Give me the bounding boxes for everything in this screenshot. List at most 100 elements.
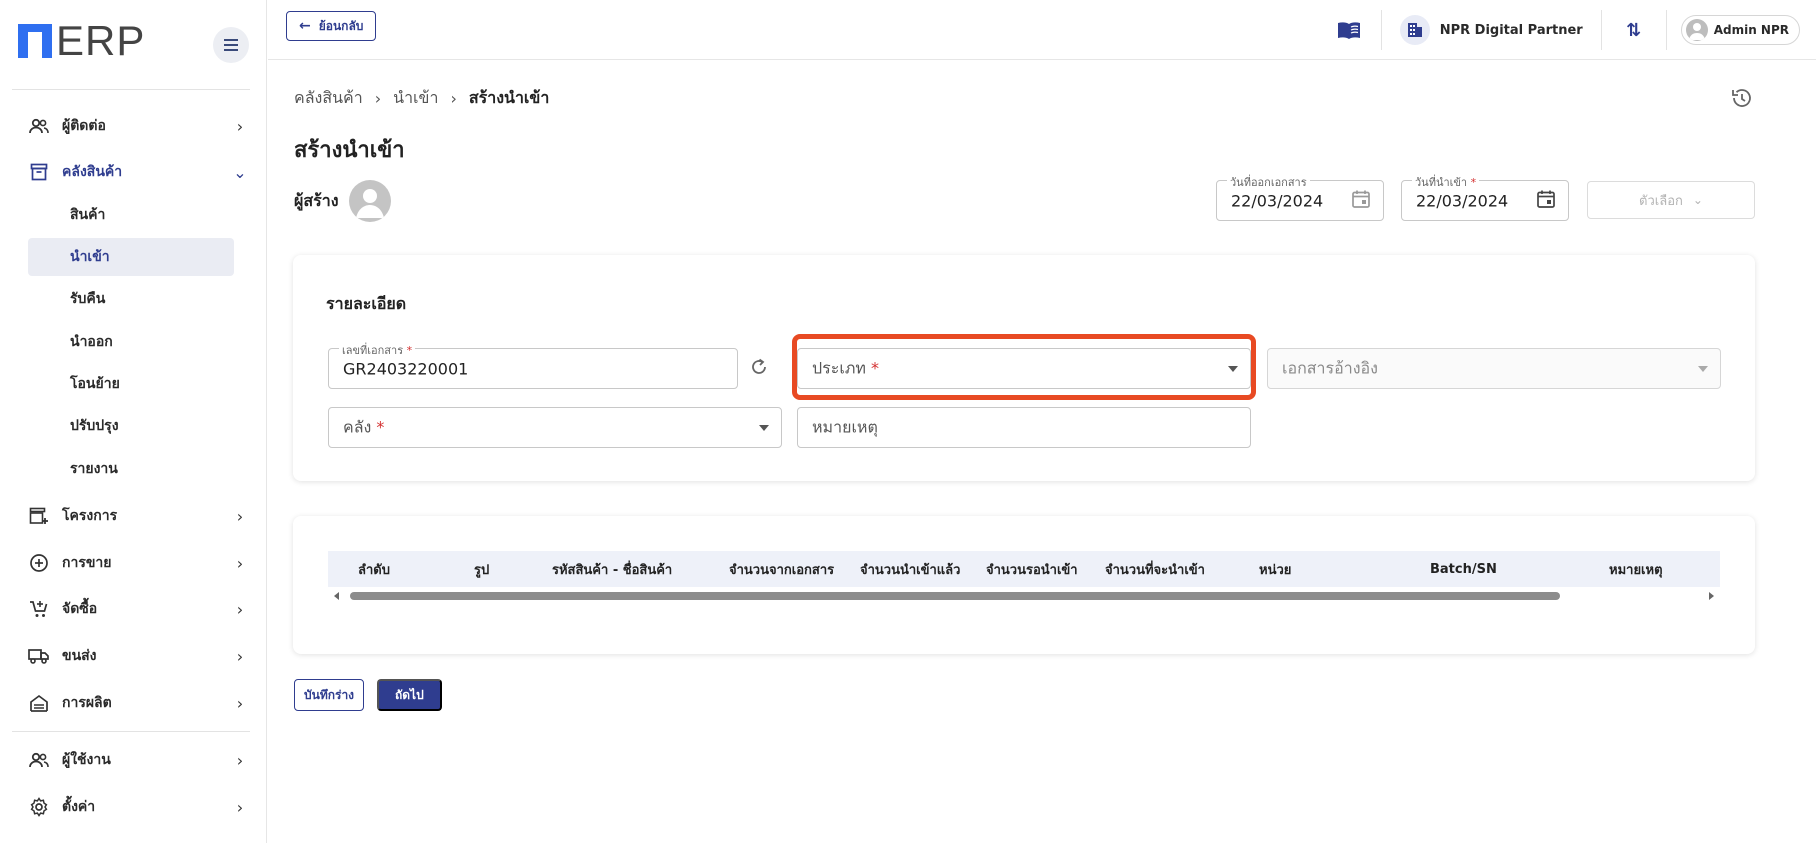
column-header-unit: หน่วย: [1259, 562, 1292, 578]
company-selector[interactable]: NPR Digital Partner: [1382, 15, 1601, 45]
import-date-field[interactable]: วันที่นำเข้า * 22/03/2024: [1401, 173, 1569, 221]
sidebar-item-production[interactable]: การผลิต ›: [28, 685, 250, 721]
sidebar-item-label: ตั้งค่า: [62, 799, 96, 815]
sidebar-subitem-transfer[interactable]: โอนย้าย: [28, 365, 234, 403]
document-number-value: GR2403220001: [343, 359, 469, 378]
breadcrumb-import[interactable]: นำเข้า: [393, 86, 438, 111]
column-header-batch-sn: Batch/SN: [1430, 561, 1497, 577]
chevron-right-icon: ›: [450, 89, 457, 108]
regenerate-number-button[interactable]: [748, 356, 770, 382]
top-bar: ← ย้อนกลับ NPR Digital Partner ⇅ Admin N…: [268, 0, 1816, 60]
sidebar-item-label: ผู้ติดต่อ: [62, 118, 106, 134]
issue-date-value: 22/03/2024: [1231, 191, 1324, 210]
scroll-left-arrow-icon[interactable]: [334, 592, 339, 600]
user-name: Admin NPR: [1713, 23, 1789, 37]
refresh-icon: [752, 358, 766, 374]
arrow-left-icon: ←: [299, 18, 311, 34]
chevron-right-icon: ›: [236, 693, 244, 713]
top-bar-separator: [1665, 10, 1667, 50]
history-icon: [1732, 89, 1751, 107]
type-select[interactable]: ประเภท *: [797, 348, 1251, 389]
issue-date-label: วันที่ออกเอกสาร: [1227, 173, 1310, 191]
sidebar-item-contacts[interactable]: ผู้ติดต่อ ›: [28, 108, 250, 144]
sidebar-subitem-import[interactable]: นำเข้า: [28, 238, 234, 276]
column-header-to-import-qty: จำนวนที่จะนำเข้า: [1105, 562, 1205, 578]
logo-mark-icon: [18, 24, 52, 58]
back-button[interactable]: ← ย้อนกลับ: [286, 11, 377, 41]
calendar-icon[interactable]: [1536, 189, 1556, 213]
reference-document-select[interactable]: เอกสารอ้างอิง: [1267, 348, 1721, 389]
factory-icon: [28, 692, 50, 714]
column-header-imported-qty: จำนวนนำเข้าแล้ว: [860, 562, 961, 578]
scroll-right-arrow-icon[interactable]: [1709, 592, 1714, 600]
remark-input[interactable]: หมายเหตุ: [797, 407, 1251, 448]
chevron-right-icon: ›: [236, 553, 244, 573]
manual-book-button[interactable]: [1317, 20, 1381, 40]
sidebar-subitem-export[interactable]: นำออก: [28, 323, 234, 361]
contacts-icon: [28, 115, 50, 137]
hamburger-menu-button[interactable]: [213, 27, 249, 63]
import-date-value: 22/03/2024: [1416, 191, 1509, 210]
chevron-right-icon: ›: [236, 797, 244, 817]
table-horizontal-scrollbar[interactable]: [328, 589, 1720, 603]
document-number-field[interactable]: เลขที่เอกสาร * GR2403220001: [328, 341, 738, 389]
issue-date-field[interactable]: วันที่ออกเอกสาร 22/03/2024: [1216, 173, 1384, 221]
breadcrumb: คลังสินค้า › นำเข้า › สร้างนำเข้า: [294, 86, 549, 111]
type-select-placeholder: ประเภท *: [812, 358, 879, 377]
next-button[interactable]: ถัดไป: [377, 679, 442, 711]
hamburger-icon: [224, 44, 238, 46]
creator-section: ผู้สร้าง: [294, 180, 391, 222]
chevron-down-icon: ⌄: [233, 162, 247, 182]
app-root: ERP ผู้ติดต่อ › คลังสินค้า ⌄ สินค้า นำเข…: [0, 0, 1816, 843]
sidebar-item-users[interactable]: ผู้ใช้งาน ›: [28, 742, 250, 778]
sidebar-subitem-returns[interactable]: รับคืน: [28, 280, 234, 318]
plus-circle-icon: [28, 552, 50, 574]
column-header-product: รหัสสินค้า - ชื่อสินค้า: [552, 562, 673, 578]
gear-icon: [28, 796, 50, 818]
open-book-icon: [1337, 22, 1360, 39]
truck-icon: [28, 645, 50, 667]
column-header-remark: หมายเหตุ: [1609, 562, 1663, 578]
switch-arrows-button[interactable]: ⇅: [1602, 20, 1666, 41]
sidebar-item-projects[interactable]: โครงการ ›: [28, 498, 250, 534]
dropdown-caret-icon: [1698, 365, 1708, 372]
breadcrumb-warehouse[interactable]: คลังสินค้า: [294, 86, 363, 111]
back-button-label: ย้อนกลับ: [318, 18, 364, 33]
sidebar-item-settings[interactable]: ตั้งค่า ›: [28, 789, 250, 825]
import-date-label: วันที่นำเข้า *: [1412, 173, 1480, 191]
user-menu-button[interactable]: Admin NPR: [1680, 15, 1800, 45]
sidebar-item-sales[interactable]: การขาย ›: [28, 545, 250, 581]
sidebar-subitem-report[interactable]: รายงาน: [28, 450, 234, 488]
user-avatar-icon: [1685, 19, 1708, 41]
sidebar-item-shipping[interactable]: ขนส่ง ›: [28, 638, 250, 674]
column-header-doc-qty: จำนวนจากเอกสาร: [729, 562, 835, 578]
warehouse-select[interactable]: คลัง *: [328, 407, 782, 448]
sidebar-item-warehouse[interactable]: คลังสินค้า ⌄: [28, 154, 250, 190]
chevron-right-icon: ›: [236, 599, 244, 619]
sidebar-subitem-adjust[interactable]: ปรับปรุง: [28, 407, 234, 445]
app-logo[interactable]: ERP: [18, 20, 145, 62]
chevron-right-icon: ›: [236, 116, 244, 136]
logo-text: ERP: [56, 17, 146, 64]
save-draft-button[interactable]: บันทึกร่าง: [294, 679, 365, 711]
column-header-image: รูป: [474, 562, 490, 578]
history-button[interactable]: [1730, 86, 1754, 114]
scrollbar-thumb[interactable]: [350, 592, 1560, 600]
options-dropdown-button[interactable]: ตัวเลือก ⌄: [1587, 181, 1755, 219]
items-table-header: ลำดับ รูป รหัสสินค้า - ชื่อสินค้า จำนวนจ…: [328, 551, 1720, 587]
creator-label: ผู้สร้าง: [294, 190, 339, 210]
chevron-right-icon: ›: [374, 89, 382, 108]
warehouse-box-icon: [28, 161, 50, 183]
breadcrumb-current: สร้างนำเข้า: [468, 88, 550, 107]
cart-add-icon: [28, 598, 50, 620]
calendar-icon[interactable]: [1351, 189, 1371, 213]
column-header-order: ลำดับ: [358, 562, 390, 578]
creator-avatar: [348, 180, 391, 222]
sidebar-item-purchase[interactable]: จัดซื้อ ›: [28, 591, 250, 627]
sidebar-divider: [12, 731, 250, 732]
sidebar-subitem-products[interactable]: สินค้า: [28, 196, 234, 234]
sidebar-item-label: โครงการ: [62, 508, 118, 524]
sidebar-item-label: คลังสินค้า: [62, 164, 123, 180]
sidebar-divider: [12, 89, 250, 90]
options-label: ตัวเลือก: [1639, 193, 1683, 209]
